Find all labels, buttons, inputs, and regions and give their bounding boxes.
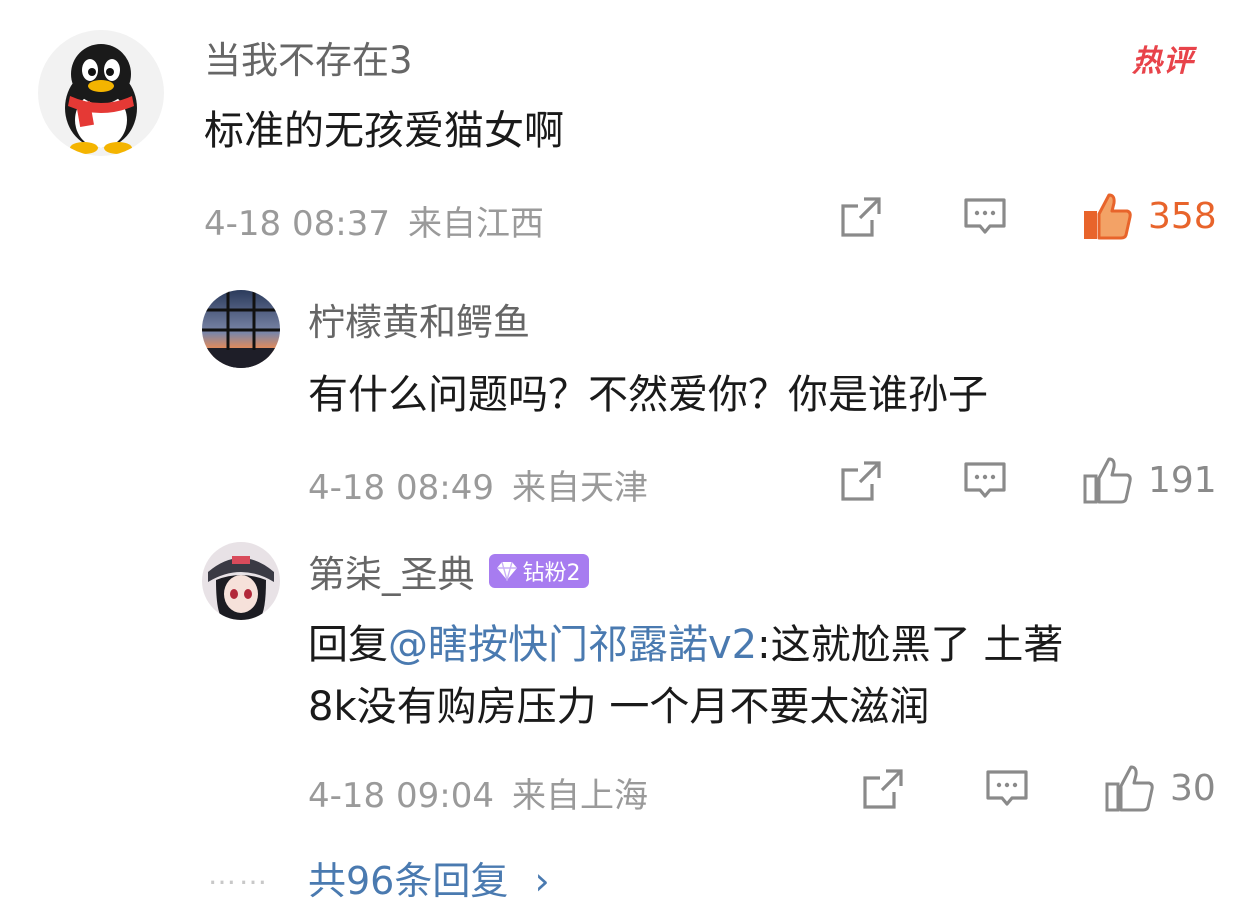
reply-location: 来自上海 xyxy=(511,776,648,816)
anime-girl-avatar xyxy=(202,542,280,620)
reply-location: 来自天津 xyxy=(511,468,648,508)
like-count: 30 xyxy=(1170,767,1216,809)
comment-icon xyxy=(964,198,1006,234)
like-icon xyxy=(1105,765,1154,812)
reply-meta: 4-18 09:04 来自上海 xyxy=(308,768,648,817)
window-sunset-avatar xyxy=(202,290,280,368)
forward-button[interactable] xyxy=(860,766,906,812)
like-button[interactable]: 30 xyxy=(1104,762,1216,814)
comment-icon xyxy=(964,462,1006,498)
reply-avatar[interactable] xyxy=(202,542,280,620)
diamond-icon xyxy=(496,561,517,581)
reply-meta: 4-18 08:49 来自天津 xyxy=(308,460,648,509)
comment-icon xyxy=(986,770,1028,806)
comment-location: 来自江西 xyxy=(407,204,544,244)
reply-text: :这就尬黑了 土著 xyxy=(757,622,1064,668)
qq-penguin-avatar xyxy=(65,44,137,154)
fan-badge-label: 钻粉2 xyxy=(522,560,581,586)
forward-icon xyxy=(863,769,903,809)
hot-comment-tag: 热评 xyxy=(1132,44,1194,79)
reply-text-line1: 回复@瞎按快门祁露諾v2:这就尬黑了 土著 xyxy=(308,612,1063,670)
comment-button[interactable] xyxy=(962,194,1008,240)
comment-meta: 4-18 08:37 来自江西 xyxy=(204,196,544,245)
forward-button[interactable] xyxy=(838,194,884,240)
like-icon xyxy=(1084,193,1132,240)
forward-icon xyxy=(841,197,881,237)
reply-avatar[interactable] xyxy=(202,290,280,368)
view-all-replies-link[interactable]: 共96条回复 › xyxy=(308,850,550,905)
fan-badge[interactable]: 钻粉2 xyxy=(488,553,589,588)
reply-time: 4-18 09:04 xyxy=(308,776,494,816)
avatar[interactable] xyxy=(38,30,164,156)
chevron-right-icon: › xyxy=(534,859,550,903)
comment-button[interactable] xyxy=(984,766,1030,812)
like-icon xyxy=(1083,457,1132,504)
forward-button[interactable] xyxy=(838,458,884,504)
reply-prefix: 回复 xyxy=(308,622,388,668)
mention-link[interactable]: @瞎按快门祁露諾v2 xyxy=(388,622,757,668)
reply-username[interactable]: 柠檬黄和鳄鱼 xyxy=(308,292,530,346)
comment-button[interactable] xyxy=(962,458,1008,504)
reply-username-row: 第柒_圣典 钻粉2 xyxy=(308,544,589,598)
more-dots: …… xyxy=(208,858,270,891)
like-button[interactable]: 191 xyxy=(1082,454,1217,506)
comment-text: 标准的无孩爱猫女啊 xyxy=(204,108,564,154)
reply-time: 4-18 08:49 xyxy=(308,468,494,508)
comment-time: 4-18 08:37 xyxy=(204,204,390,244)
comment-username[interactable]: 当我不存在3 xyxy=(204,30,413,84)
reply-text: 有什么问题吗？不然爱你？你是谁孙子 xyxy=(308,372,988,418)
forward-icon xyxy=(841,461,881,501)
like-count: 358 xyxy=(1148,195,1217,237)
reply-username[interactable]: 第柒_圣典 xyxy=(308,553,475,596)
like-count: 191 xyxy=(1148,459,1217,501)
like-button[interactable]: 358 xyxy=(1082,190,1217,242)
reply-text-line2: 8k没有购房压力 一个月不要太滋润 xyxy=(308,684,930,730)
more-replies-label: 共96条回复 xyxy=(308,859,509,903)
